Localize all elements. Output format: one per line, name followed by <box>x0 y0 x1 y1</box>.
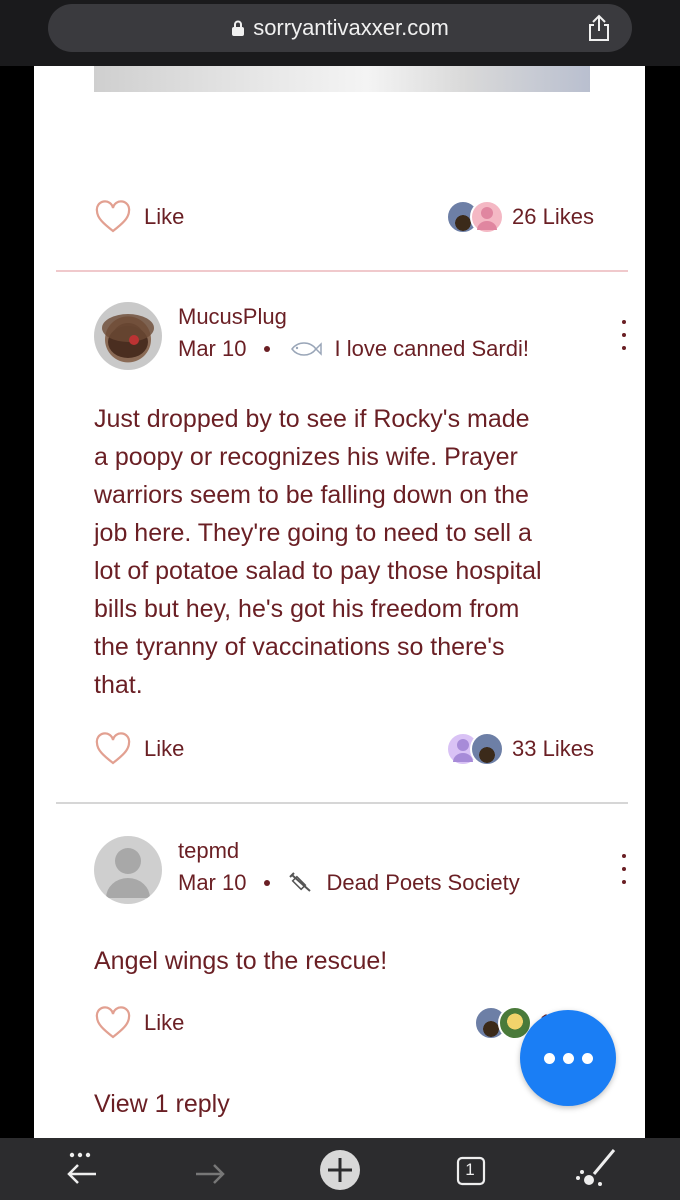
back-arrow-icon <box>67 1152 96 1184</box>
heart-icon <box>95 200 131 233</box>
comment-footer: Like 33 Likes <box>94 732 594 772</box>
like-button[interactable]: Like <box>94 200 184 234</box>
lock-icon <box>232 20 245 36</box>
comment-badge: Dead Poets Society <box>326 870 520 895</box>
separator-dot <box>264 880 271 886</box>
comment-text: Just dropped by to see if Rocky's made a… <box>94 405 542 699</box>
separator-dot <box>264 346 271 352</box>
likes-summary[interactable]: 33 Likes <box>446 732 594 766</box>
browser-toolbar: 1 <box>0 1138 680 1200</box>
heart-icon <box>95 732 131 765</box>
comment-meta: Mar 10 I love canned Sardi! <box>178 336 529 362</box>
comment-header: tepmd Mar 10 Dead Poets Society <box>94 836 626 908</box>
comment-footer: Like 26 Likes <box>94 200 594 240</box>
comment-badge: I love canned Sardi! <box>334 336 529 361</box>
like-button[interactable]: Like <box>94 732 184 766</box>
view-replies-link[interactable]: View 1 reply <box>94 1090 230 1119</box>
like-button[interactable]: Like <box>94 1006 184 1040</box>
divider <box>56 270 628 272</box>
forward-arrow-icon <box>196 1164 225 1184</box>
address-bar[interactable]: sorryantivaxxer.com <box>48 4 632 52</box>
new-tab-button[interactable] <box>314 1148 366 1192</box>
comment-author[interactable]: MucusPlug <box>178 304 287 330</box>
likes-summary[interactable]: 26 Likes <box>446 200 594 234</box>
avatar[interactable] <box>94 836 162 904</box>
comment-header: MucusPlug Mar 10 I love canned Sardi! <box>94 302 626 374</box>
comment-text: Angel wings to the rescue! <box>94 947 388 975</box>
divider <box>56 802 628 804</box>
liker-avatar <box>470 200 505 234</box>
default-user-icon <box>106 848 150 898</box>
tabs-button[interactable]: 1 <box>444 1148 496 1192</box>
browser-top-bar: sorryantivaxxer.com <box>0 0 680 66</box>
left-letterbox <box>0 66 34 1138</box>
back-button[interactable] <box>56 1148 108 1192</box>
post-image-bottom <box>94 66 590 92</box>
fish-icon <box>291 342 323 356</box>
share-icon[interactable] <box>586 14 612 42</box>
page-content[interactable]: Like 26 Likes MucusPlug Mar 10 I love ca… <box>34 66 645 1138</box>
url-text: sorryantivaxxer.com <box>253 15 449 40</box>
heart-icon <box>95 1006 131 1039</box>
avatar[interactable] <box>94 302 162 370</box>
comment-meta: Mar 10 Dead Poets Society <box>178 870 520 896</box>
comment-author[interactable]: tepmd <box>178 838 239 864</box>
right-letterbox <box>645 66 680 1138</box>
comment-footer: Like 10 <box>94 1006 594 1046</box>
more-options-icon[interactable] <box>618 854 630 884</box>
more-actions-button[interactable] <box>520 1010 616 1106</box>
plus-icon <box>320 1150 360 1190</box>
pencil-icon <box>576 1149 616 1186</box>
more-options-icon[interactable] <box>618 320 630 350</box>
tabs-count: 1 <box>465 1160 475 1179</box>
comment-date: Mar 10 <box>178 336 247 361</box>
forward-button[interactable] <box>184 1148 236 1192</box>
comment-date: Mar 10 <box>178 870 247 895</box>
liker-avatar <box>470 732 505 766</box>
edit-button[interactable] <box>570 1148 622 1192</box>
syringe-icon <box>289 872 312 892</box>
